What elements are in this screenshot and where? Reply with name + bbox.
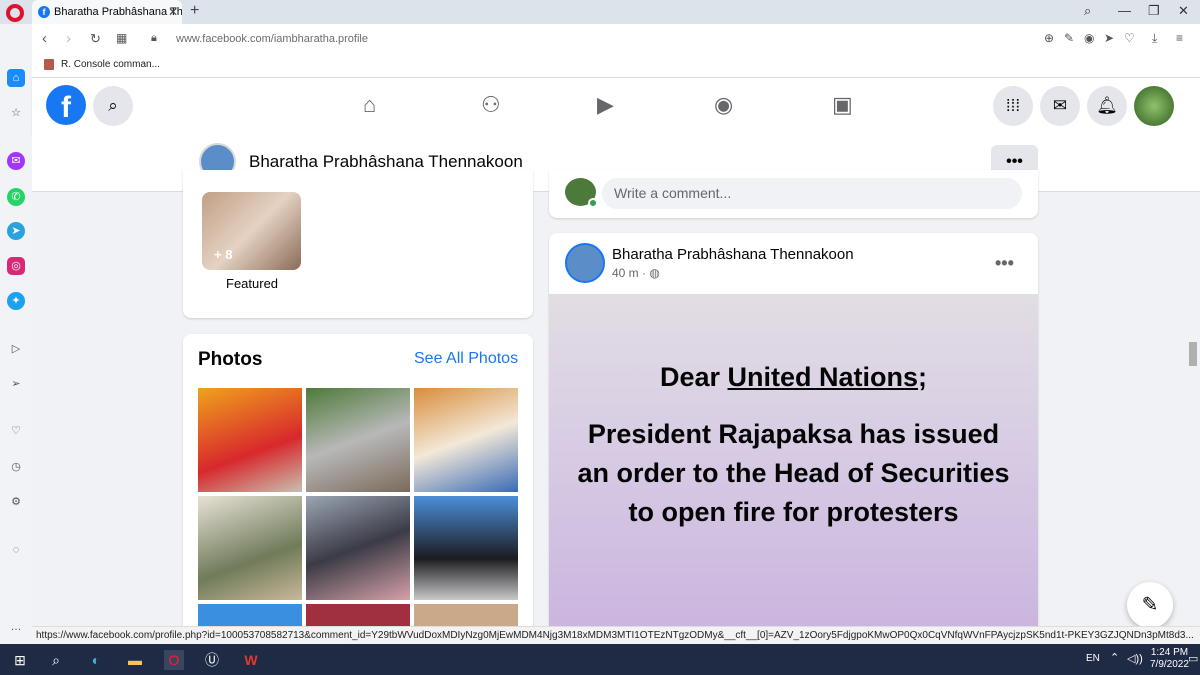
photo-thumbnail[interactable]: [414, 496, 518, 600]
heart-icon[interactable]: ♡: [1124, 31, 1135, 45]
bookmarks-bar: [32, 54, 1200, 78]
menu-icon[interactable]: ≡: [1176, 31, 1183, 45]
url-host: www.facebook.com: [176, 33, 271, 45]
messenger-button-icon[interactable]: ✉: [1040, 86, 1080, 126]
unreal-engine-icon[interactable]: Ⓤ: [202, 650, 222, 670]
search-tabs-icon[interactable]: ⌕: [1084, 3, 1091, 19]
browser-tab[interactable]: Bharatha Prabhâshana Then: [32, 0, 182, 24]
keyboard-language[interactable]: EN: [1086, 653, 1100, 664]
comment-input[interactable]: Write a comment...: [602, 178, 1022, 209]
star-icon[interactable]: ☆: [7, 104, 25, 122]
minimize-icon[interactable]: —: [1118, 3, 1131, 18]
favorites-icon[interactable]: ♡: [7, 422, 25, 440]
photo-thumbnail[interactable]: [198, 604, 302, 626]
headline-prefix: Dear: [659, 362, 728, 392]
online-status-dot: [588, 198, 598, 208]
telegram-icon[interactable]: ➤: [7, 222, 25, 240]
account-avatar[interactable]: [1134, 86, 1174, 126]
post-separator: ·: [642, 266, 647, 280]
settings-icon[interactable]: ⚙: [7, 493, 25, 511]
volume-icon[interactable]: ◁)): [1127, 652, 1143, 665]
watch-nav-icon[interactable]: ▶: [597, 92, 614, 118]
tab-title: Bharatha Prabhâshana Then: [54, 6, 182, 18]
zoom-icon[interactable]: ⊕: [1044, 31, 1054, 45]
url-field[interactable]: www.facebook.com/iambharatha.profile: [176, 33, 368, 45]
post-time-text: 40 m: [612, 266, 639, 280]
wps-office-icon[interactable]: W: [241, 650, 261, 670]
featured-count: + 8: [214, 247, 233, 262]
see-all-photos-link[interactable]: See All Photos: [414, 350, 518, 368]
download-icon[interactable]: ⤓: [1152, 31, 1157, 46]
headline-suffix: ;: [918, 362, 928, 392]
photos-title: Photos: [198, 349, 263, 370]
clock-date: 7/9/2022: [1150, 659, 1189, 670]
url-path: /iambharatha.profile: [270, 33, 368, 45]
windows-start-icon[interactable]: ⊞: [10, 650, 30, 670]
instagram-icon[interactable]: ◎: [7, 257, 25, 275]
comment-placeholder: Write a comment...: [614, 185, 732, 201]
forward-icon[interactable]: ›: [66, 30, 71, 47]
friends-nav-icon[interactable]: ⚇: [481, 92, 501, 118]
tab-close-icon[interactable]: ✕: [168, 5, 178, 19]
edge-icon[interactable]: ◐: [86, 650, 106, 670]
close-window-icon[interactable]: ✕: [1178, 3, 1189, 19]
photo-thumbnail[interactable]: [414, 388, 518, 492]
sidebar-more-icon[interactable]: …: [7, 618, 25, 636]
notification-center-icon[interactable]: ▭: [1188, 652, 1198, 665]
tray-chevron-icon[interactable]: ⌃: [1110, 651, 1119, 664]
scrollbar-thumb[interactable]: [1189, 342, 1197, 366]
twitter-icon[interactable]: ✦: [7, 292, 25, 310]
history-icon[interactable]: ◷: [7, 458, 25, 476]
profile-name[interactable]: Bharatha Prabhâshana Thennakoon: [249, 152, 523, 172]
new-tab-button[interactable]: +: [190, 2, 199, 20]
flow-icon[interactable]: ➢: [7, 375, 25, 393]
post-body-text: President Rajapaksa has issued an order …: [577, 419, 1010, 527]
clock-time: 1:24 PM: [1150, 647, 1189, 658]
post-headline: Dear United Nations;: [549, 362, 1038, 393]
post-author-avatar[interactable]: [565, 243, 605, 283]
search-icon[interactable]: ⌕: [93, 86, 133, 126]
bookmark-label[interactable]: R. Console comman...: [61, 59, 160, 70]
notifications-icon[interactable]: 🔔︎: [1087, 86, 1127, 126]
groups-nav-icon[interactable]: ◉: [714, 92, 733, 118]
messenger-icon[interactable]: ✉: [7, 152, 25, 170]
photo-thumbnail[interactable]: [198, 496, 302, 600]
opera-logo-icon[interactable]: [6, 4, 24, 22]
facebook-logo[interactable]: f: [46, 85, 86, 125]
bookmark-icon: [44, 59, 54, 70]
gaming-nav-icon[interactable]: ▣: [832, 92, 853, 118]
new-message-icon[interactable]: ✎: [1127, 582, 1173, 628]
back-icon[interactable]: ‹: [42, 30, 47, 47]
post-more-button[interactable]: •••: [995, 253, 1014, 274]
photo-thumbnail[interactable]: [306, 604, 410, 626]
globe-icon: ◍: [649, 266, 660, 280]
restore-icon[interactable]: ❐: [1148, 3, 1160, 19]
home-nav-icon[interactable]: ⌂: [363, 92, 376, 118]
menu-grid-icon[interactable]: ⁞⁞⁞: [993, 86, 1033, 126]
tabs-grid-icon[interactable]: ▦: [116, 31, 127, 45]
photo-thumbnail[interactable]: [414, 604, 518, 626]
post-author-name[interactable]: Bharatha Prabhâshana Thennakoon: [612, 246, 854, 263]
clock[interactable]: 1:24 PM 7/9/2022: [1150, 647, 1189, 671]
photo-thumbnail[interactable]: [306, 388, 410, 492]
headline-underlined: United Nations: [727, 362, 919, 392]
status-url-bar: https://www.facebook.com/profile.php?id=…: [32, 626, 1200, 644]
whatsapp-icon[interactable]: ✆: [7, 188, 25, 206]
taskbar-search-icon[interactable]: ⌕: [46, 650, 66, 670]
facebook-favicon-icon: f: [38, 6, 50, 18]
camera-icon[interactable]: ◉: [1084, 31, 1094, 45]
tips-icon[interactable]: ◌: [7, 541, 25, 559]
home-icon[interactable]: ⌂: [7, 69, 25, 87]
player-icon[interactable]: ▷: [7, 340, 25, 358]
featured-label: Featured: [226, 276, 279, 291]
photo-thumbnail[interactable]: [198, 388, 302, 492]
post-timestamp[interactable]: 40 m · ◍: [612, 266, 660, 280]
edit-icon[interactable]: ✎: [1064, 31, 1074, 45]
opera-taskbar-icon[interactable]: O: [164, 650, 184, 670]
send-icon[interactable]: ➤: [1104, 31, 1114, 45]
photo-thumbnail[interactable]: [306, 496, 410, 600]
lock-icon[interactable]: 🔒︎: [151, 32, 157, 45]
reload-icon[interactable]: ↻: [90, 31, 101, 47]
file-explorer-icon[interactable]: ▬: [125, 650, 145, 670]
